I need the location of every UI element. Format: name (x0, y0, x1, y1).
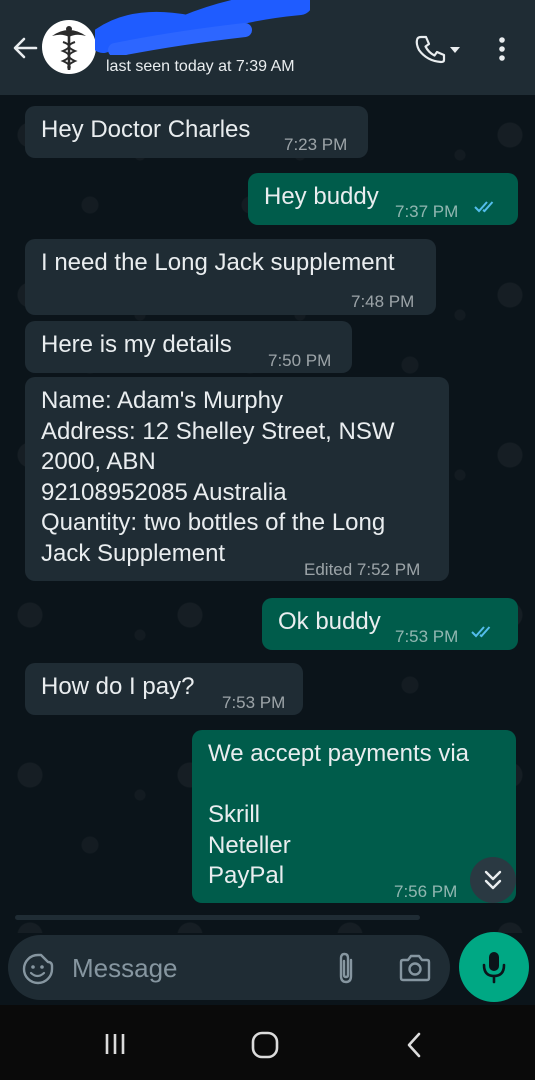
scroll-to-bottom-button[interactable] (470, 857, 516, 903)
message-text: We accept payments via Skrill Neteller P… (208, 740, 470, 889)
message-time: 7:23 PM (284, 135, 348, 154)
back-arrow-icon[interactable] (10, 33, 40, 63)
message-time: 7:56 PM (394, 882, 458, 901)
divider (15, 915, 420, 920)
redacted-contact-name[interactable] (95, 0, 310, 55)
message-text: Here is my details (41, 331, 232, 358)
message-placeholder[interactable]: Message (72, 952, 178, 984)
message-text: I need the Long Jack supplement (41, 249, 395, 276)
message-time: 7:53 PM (395, 627, 459, 646)
microphone-icon (482, 952, 506, 984)
message-outgoing[interactable]: We accept payments via Skrill Neteller P… (192, 730, 516, 903)
message-time: 7:37 PM (395, 202, 459, 221)
message-text: Name: Adam's Murphy Address: 12 Shelley … (41, 387, 395, 567)
message-time: 7:50 PM (268, 351, 332, 370)
double-chevron-down-icon (484, 870, 502, 890)
chat-area[interactable]: Hey Doctor Charles 7:23 PM Hey buddy 7:3… (0, 95, 535, 933)
message-text: How do I pay? (41, 673, 195, 700)
message-text: Hey Doctor Charles (41, 116, 251, 143)
more-options-icon[interactable] (490, 34, 514, 64)
message-outgoing[interactable]: Hey buddy 7:37 PM (248, 173, 518, 225)
message-text: Ok buddy (278, 608, 381, 635)
system-back-icon[interactable] (402, 1030, 426, 1060)
last-seen-status[interactable]: last seen today at 7:39 AM (106, 58, 295, 76)
camera-icon[interactable] (398, 953, 432, 983)
message-incoming[interactable]: How do I pay? 7:53 PM (25, 663, 303, 715)
caduceus-icon (52, 26, 86, 70)
recent-apps-icon[interactable] (100, 1030, 130, 1058)
message-text: Hey buddy (264, 183, 379, 210)
message-time: Edited 7:52 PM (304, 560, 421, 579)
message-time: 7:48 PM (351, 292, 415, 311)
emoji-sticker-icon[interactable] (21, 952, 55, 986)
read-receipt-icon (471, 626, 491, 638)
attachment-clip-icon[interactable] (333, 951, 359, 985)
read-receipt-icon (474, 201, 494, 213)
home-icon[interactable] (250, 1030, 280, 1060)
contact-avatar[interactable] (42, 20, 96, 74)
message-outgoing[interactable]: Ok buddy 7:53 PM (262, 598, 518, 650)
message-time: 7:53 PM (222, 693, 286, 712)
voice-call-icon[interactable] (413, 34, 463, 64)
message-incoming[interactable]: Here is my details 7:50 PM (25, 321, 352, 373)
message-incoming[interactable]: Hey Doctor Charles 7:23 PM (25, 106, 368, 158)
voice-message-button[interactable] (459, 932, 529, 1002)
message-incoming[interactable]: I need the Long Jack supplement 7:48 PM (25, 239, 436, 315)
message-incoming[interactable]: Name: Adam's Murphy Address: 12 Shelley … (25, 377, 449, 581)
